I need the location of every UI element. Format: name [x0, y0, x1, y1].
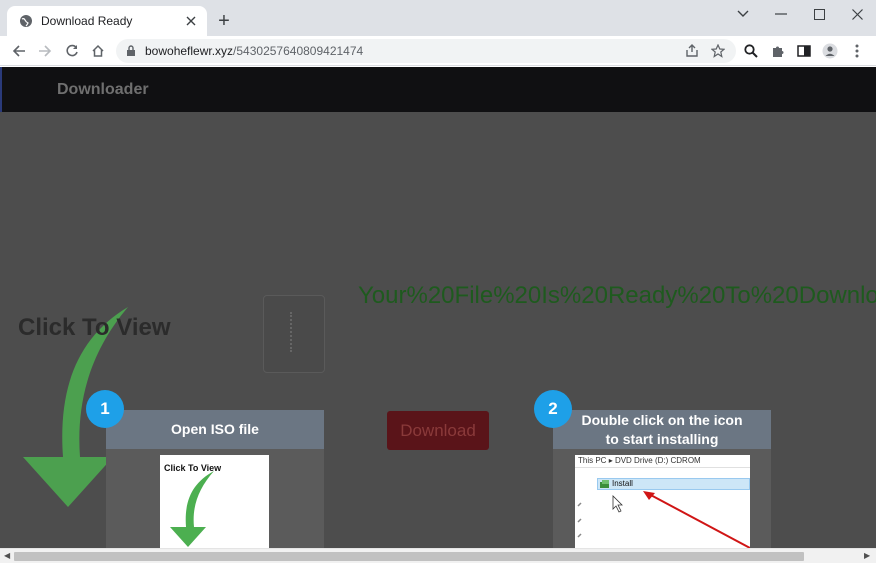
zipper-decoration — [290, 312, 300, 352]
install-item-label: Install — [612, 479, 633, 488]
zip-file-icon — [263, 295, 325, 373]
scroll-left-arrow-icon[interactable]: ◀ — [4, 551, 10, 560]
horizontal-scrollbar[interactable]: ◀ ▶ — [0, 548, 876, 563]
scroll-right-arrow-icon[interactable]: ▶ — [864, 551, 870, 560]
tab-close-icon[interactable] — [183, 13, 199, 29]
page-content: Downloader Your%20File%20Is%20Ready%20To… — [0, 67, 876, 548]
profile-avatar-icon[interactable] — [818, 39, 842, 63]
step-card-install: Double click on the icon to start install… — [553, 410, 771, 548]
click-to-view-label[interactable]: Click To View — [18, 314, 171, 342]
step-number-badge: 2 — [534, 390, 572, 428]
tab-search-chevron-icon[interactable] — [724, 0, 762, 28]
explorer-install-thumbnail: This PC ▸ DVD Drive (D:) CDROM Install — [575, 455, 750, 548]
lock-icon[interactable] — [126, 45, 138, 57]
step-card-open-iso: Open ISO file Click To View — [106, 410, 324, 548]
back-arrow-icon[interactable] — [7, 39, 31, 63]
home-icon[interactable] — [86, 39, 110, 63]
explorer-breadcrumb: This PC ▸ DVD Drive (D:) CDROM — [578, 456, 701, 465]
maximize-button[interactable] — [800, 0, 838, 28]
url-host: bowoheflewr.xyz — [145, 44, 234, 58]
crumb-separator: ▸ — [608, 456, 613, 465]
bookmark-star-icon[interactable] — [706, 39, 730, 63]
extensions-puzzle-icon[interactable] — [766, 39, 790, 63]
address-bar[interactable]: bowoheflewr.xyz/5430257640809421474 — [116, 39, 736, 63]
browser-window: Download Ready + bowoheflewr.xyz/5430257… — [0, 0, 876, 563]
step-number-badge: 1 — [86, 390, 124, 428]
minimize-button[interactable] — [762, 0, 800, 28]
new-tab-button[interactable]: + — [214, 10, 234, 32]
explorer-divider — [575, 467, 750, 468]
globe-icon — [19, 14, 33, 28]
search-icon[interactable] — [739, 39, 763, 63]
pointer-annotation — [577, 491, 750, 548]
install-item: Install — [597, 478, 750, 490]
step-title-line-1: Double click on the icon — [581, 411, 743, 428]
scrollbar-thumb[interactable] — [14, 552, 804, 561]
click-to-view-thumbnail: Click To View — [160, 455, 269, 548]
url-text: bowoheflewr.xyz/5430257640809421474 — [145, 44, 363, 58]
crumb-this-pc: This PC — [578, 456, 607, 465]
share-icon[interactable] — [680, 39, 704, 63]
crumb-dvd-drive: DVD Drive (D:) CDROM — [614, 456, 701, 465]
browser-toolbar: bowoheflewr.xyz/5430257640809421474 — [0, 36, 876, 66]
site-brand[interactable]: Downloader — [57, 81, 149, 99]
menu-kebab-icon[interactable] — [845, 39, 869, 63]
step-card-title: Open ISO file — [106, 410, 324, 449]
tab-download-ready[interactable]: Download Ready — [7, 6, 207, 36]
reload-icon[interactable] — [60, 39, 84, 63]
tab-strip: Download Ready + — [0, 0, 876, 36]
close-window-button[interactable] — [838, 0, 876, 28]
forward-arrow-icon[interactable] — [33, 39, 57, 63]
file-ready-headline: Your%20File%20Is%20Ready%20To%20Download — [358, 282, 876, 309]
small-green-arrow-icon — [170, 471, 214, 547]
tab-title: Download Ready — [41, 14, 133, 28]
side-panel-icon[interactable] — [792, 39, 816, 63]
install-setup-icon — [600, 480, 609, 488]
url-path: /5430257640809421474 — [233, 44, 364, 58]
download-button[interactable]: Download — [387, 411, 489, 450]
site-header: Downloader — [0, 67, 876, 112]
step-title-line-2: to start installing — [605, 430, 719, 447]
step-card-title: Double click on the icon to start install… — [553, 410, 771, 449]
